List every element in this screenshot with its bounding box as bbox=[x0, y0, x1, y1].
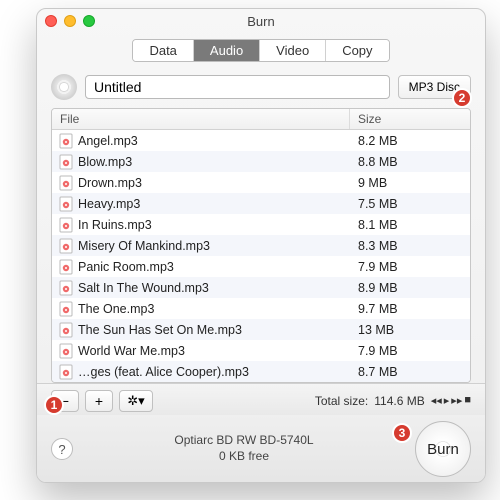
file-name: In Ruins.mp3 bbox=[78, 218, 350, 232]
file-icon bbox=[58, 322, 74, 338]
stop-icon[interactable]: ■ bbox=[464, 394, 471, 407]
next-icon[interactable]: ▸▸ bbox=[451, 394, 462, 407]
table-row[interactable]: Angel.mp38.2 MB bbox=[52, 130, 470, 151]
table-row[interactable]: Heavy.mp37.5 MB bbox=[52, 193, 470, 214]
burn-button[interactable]: Burn bbox=[415, 421, 471, 477]
file-icon bbox=[58, 364, 74, 380]
list-rows: Angel.mp38.2 MBBlow.mp38.8 MBDrown.mp39 … bbox=[52, 130, 470, 382]
file-icon bbox=[58, 217, 74, 233]
file-name: World War Me.mp3 bbox=[78, 344, 350, 358]
file-size: 8.9 MB bbox=[350, 281, 470, 295]
tab-audio[interactable]: Audio bbox=[194, 40, 260, 61]
file-icon bbox=[58, 133, 74, 149]
drive-info: Optiarc BD RW BD-5740L 0 KB free bbox=[73, 433, 415, 464]
file-name: Blow.mp3 bbox=[78, 155, 350, 169]
table-row[interactable]: The Sun Has Set On Me.mp313 MB bbox=[52, 319, 470, 340]
tab-video[interactable]: Video bbox=[260, 40, 326, 61]
file-size: 8.8 MB bbox=[350, 155, 470, 169]
list-toolbar: − + ✲▾ Total size: 114.6 MB ◂◂ ▸ ▸▸ ■ bbox=[37, 383, 485, 415]
file-icon bbox=[58, 280, 74, 296]
table-row[interactable]: Blow.mp38.8 MB bbox=[52, 151, 470, 172]
disc-header: MP3 Disc bbox=[37, 70, 485, 108]
file-icon bbox=[58, 259, 74, 275]
table-row[interactable]: The One.mp39.7 MB bbox=[52, 298, 470, 319]
table-row[interactable]: Misery Of Mankind.mp38.3 MB bbox=[52, 235, 470, 256]
tab-copy[interactable]: Copy bbox=[326, 40, 388, 61]
file-icon bbox=[58, 196, 74, 212]
file-size: 8.2 MB bbox=[350, 134, 470, 148]
file-size: 9.7 MB bbox=[350, 302, 470, 316]
gear-button[interactable]: ✲▾ bbox=[119, 390, 153, 412]
column-file[interactable]: File bbox=[52, 109, 350, 129]
file-icon bbox=[58, 238, 74, 254]
mode-tabs: Data Audio Video Copy bbox=[37, 33, 485, 70]
file-name: The Sun Has Set On Me.mp3 bbox=[78, 323, 350, 337]
file-size: 7.9 MB bbox=[350, 344, 470, 358]
table-row[interactable]: World War Me.mp37.9 MB bbox=[52, 340, 470, 361]
annotation-badge-1: 1 bbox=[44, 395, 64, 415]
file-name: Misery Of Mankind.mp3 bbox=[78, 239, 350, 253]
total-size-value: 114.6 MB bbox=[374, 394, 424, 408]
total-size-label: Total size: bbox=[315, 394, 368, 408]
table-row[interactable]: Panic Room.mp37.9 MB bbox=[52, 256, 470, 277]
play-icon[interactable]: ▸ bbox=[444, 394, 450, 407]
file-icon bbox=[58, 154, 74, 170]
titlebar: Burn bbox=[37, 9, 485, 33]
prev-icon[interactable]: ◂◂ bbox=[431, 394, 442, 407]
table-row[interactable]: In Ruins.mp38.1 MB bbox=[52, 214, 470, 235]
transport-controls: ◂◂ ▸ ▸▸ ■ bbox=[431, 394, 471, 407]
window-title: Burn bbox=[37, 14, 485, 29]
file-icon bbox=[58, 175, 74, 191]
annotation-badge-2: 2 bbox=[452, 88, 472, 108]
file-name: …ges (feat. Alice Cooper).mp3 bbox=[78, 365, 350, 379]
disc-icon bbox=[51, 74, 77, 100]
table-row[interactable]: Drown.mp39 MB bbox=[52, 172, 470, 193]
file-name: The One.mp3 bbox=[78, 302, 350, 316]
window: Burn Data Audio Video Copy MP3 Disc File… bbox=[36, 8, 486, 483]
drive-free: 0 KB free bbox=[73, 449, 415, 465]
table-row[interactable]: Salt In The Wound.mp38.9 MB bbox=[52, 277, 470, 298]
annotation-badge-3: 3 bbox=[392, 423, 412, 443]
column-size[interactable]: Size bbox=[350, 109, 470, 129]
file-size: 7.5 MB bbox=[350, 197, 470, 211]
tab-data[interactable]: Data bbox=[133, 40, 193, 61]
segmented-control: Data Audio Video Copy bbox=[132, 39, 389, 62]
bottom-bar: ? Optiarc BD RW BD-5740L 0 KB free Burn bbox=[37, 415, 485, 483]
add-button[interactable]: + bbox=[85, 390, 113, 412]
file-list: File Size Angel.mp38.2 MBBlow.mp38.8 MBD… bbox=[51, 108, 471, 383]
table-row[interactable]: …ges (feat. Alice Cooper).mp38.7 MB bbox=[52, 361, 470, 382]
file-size: 8.1 MB bbox=[350, 218, 470, 232]
file-size: 8.7 MB bbox=[350, 365, 470, 379]
file-name: Panic Room.mp3 bbox=[78, 260, 350, 274]
list-header: File Size bbox=[52, 109, 470, 130]
file-name: Salt In The Wound.mp3 bbox=[78, 281, 350, 295]
file-name: Angel.mp3 bbox=[78, 134, 350, 148]
help-button[interactable]: ? bbox=[51, 438, 73, 460]
file-size: 7.9 MB bbox=[350, 260, 470, 274]
file-size: 9 MB bbox=[350, 176, 470, 190]
file-icon bbox=[58, 343, 74, 359]
file-size: 8.3 MB bbox=[350, 239, 470, 253]
drive-name: Optiarc BD RW BD-5740L bbox=[73, 433, 415, 449]
file-name: Drown.mp3 bbox=[78, 176, 350, 190]
file-icon bbox=[58, 301, 74, 317]
file-name: Heavy.mp3 bbox=[78, 197, 350, 211]
disc-name-input[interactable] bbox=[85, 75, 390, 99]
file-size: 13 MB bbox=[350, 323, 470, 337]
